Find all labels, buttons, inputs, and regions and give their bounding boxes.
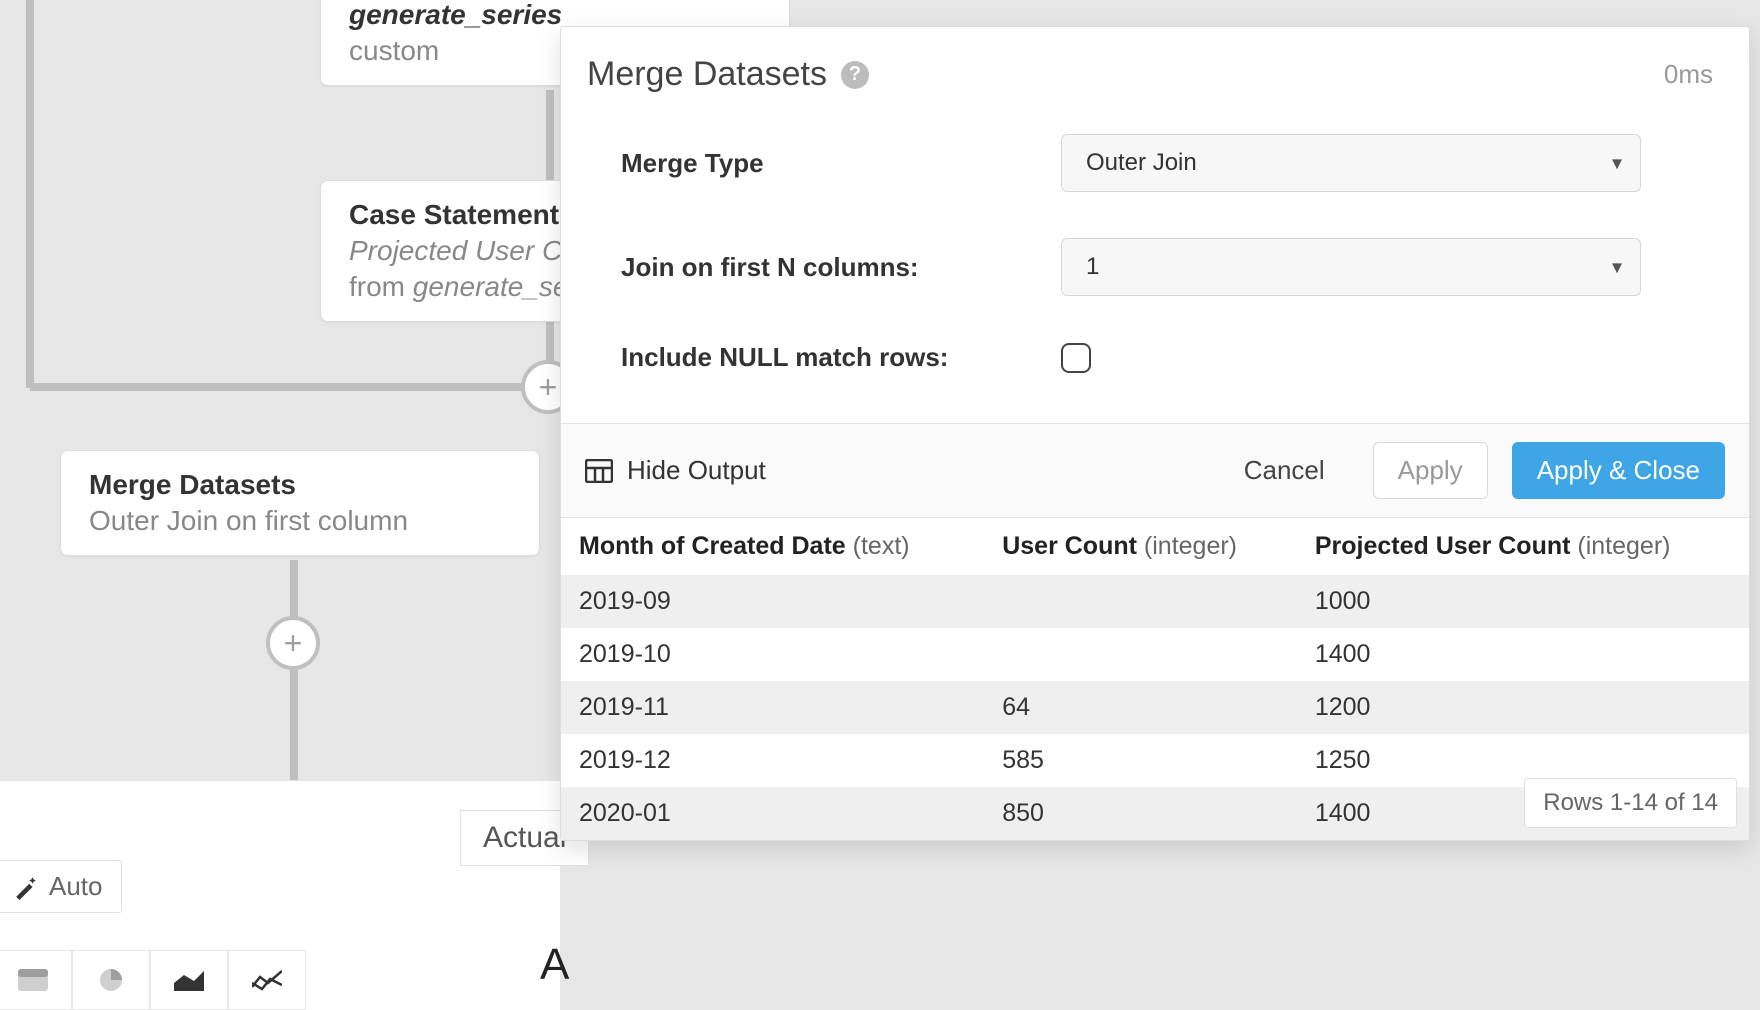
table-cell: 64 bbox=[984, 681, 1297, 734]
merge-type-value: Outer Join bbox=[1086, 149, 1197, 177]
table-cell: 2019-12 bbox=[561, 734, 984, 787]
output-table: Month of Created Date (text) User Count … bbox=[561, 517, 1749, 840]
table-cell: 1000 bbox=[1297, 575, 1749, 628]
table-row[interactable]: 2019-11641200 bbox=[561, 681, 1749, 734]
table-cell: 1200 bbox=[1297, 681, 1749, 734]
chart-type-area-icon[interactable] bbox=[150, 950, 228, 1010]
chart-letter: A bbox=[540, 940, 569, 990]
chevron-down-icon: ▾ bbox=[1612, 151, 1622, 176]
apply-close-button[interactable]: Apply & Close bbox=[1512, 442, 1725, 499]
query-timing: 0ms bbox=[1664, 59, 1713, 90]
chart-auto-label: Auto bbox=[49, 871, 103, 902]
chart-type-line-icon[interactable] bbox=[228, 950, 306, 1010]
merge-type-select[interactable]: Outer Join ▾ bbox=[1061, 134, 1641, 192]
panel-title: Merge Datasets bbox=[587, 55, 827, 94]
panel-header: Merge Datasets ? 0ms bbox=[561, 27, 1749, 104]
connector-line bbox=[30, 383, 550, 391]
table-cell: 850 bbox=[984, 787, 1297, 840]
column-header[interactable]: Projected User Count (integer) bbox=[1297, 518, 1749, 575]
hide-output-button[interactable]: Hide Output bbox=[585, 455, 766, 486]
table-cell: 585 bbox=[984, 734, 1297, 787]
table-cell: 2019-11 bbox=[561, 681, 984, 734]
apply-button[interactable]: Apply bbox=[1373, 442, 1488, 499]
include-null-label: Include NULL match rows: bbox=[621, 342, 1061, 373]
connector-line bbox=[26, 0, 34, 388]
table-header-row: Month of Created Date (text) User Count … bbox=[561, 518, 1749, 575]
chart-type-pie-icon[interactable] bbox=[72, 950, 150, 1010]
panel-form: Merge Type Outer Join ▾ Join on first N … bbox=[561, 104, 1749, 423]
help-icon[interactable]: ? bbox=[841, 61, 869, 89]
join-n-label: Join on first N columns: bbox=[621, 252, 1061, 283]
table-icon bbox=[585, 459, 613, 483]
table-cell: 2019-09 bbox=[561, 575, 984, 628]
table-cell: 2020-01 bbox=[561, 787, 984, 840]
table-cell: 1400 bbox=[1297, 628, 1749, 681]
join-n-select[interactable]: 1 ▾ bbox=[1061, 238, 1641, 296]
cancel-button[interactable]: Cancel bbox=[1220, 443, 1349, 498]
merge-type-label: Merge Type bbox=[621, 148, 1061, 179]
chart-type-card-icon[interactable] bbox=[0, 950, 72, 1010]
panel-footer: Hide Output Cancel Apply Apply & Close bbox=[561, 423, 1749, 517]
connector-line bbox=[546, 90, 554, 190]
merge-datasets-panel: Merge Datasets ? 0ms Merge Type Outer Jo… bbox=[560, 26, 1750, 841]
node-title: Merge Datasets bbox=[89, 469, 511, 501]
column-header[interactable]: User Count (integer) bbox=[984, 518, 1297, 575]
hide-output-label: Hide Output bbox=[627, 455, 766, 486]
chevron-down-icon: ▾ bbox=[1612, 255, 1622, 280]
include-null-checkbox[interactable] bbox=[1061, 343, 1091, 373]
table-row[interactable]: 2019-10 1400 bbox=[561, 628, 1749, 681]
table-cell: 2019-10 bbox=[561, 628, 984, 681]
connector-line bbox=[290, 670, 298, 790]
chart-auto-button[interactable]: Auto bbox=[0, 860, 122, 913]
node-merge-datasets[interactable]: Merge Datasets Outer Join on first colum… bbox=[60, 450, 540, 556]
column-header[interactable]: Month of Created Date (text) bbox=[561, 518, 984, 575]
magic-wand-icon bbox=[13, 874, 39, 900]
node-subtitle: Outer Join on first column bbox=[89, 505, 511, 537]
chart-type-toolbar bbox=[0, 950, 306, 1010]
join-n-value: 1 bbox=[1086, 253, 1099, 281]
table-row[interactable]: 2019-09 1000 bbox=[561, 575, 1749, 628]
table-cell bbox=[984, 628, 1297, 681]
table-cell bbox=[984, 575, 1297, 628]
add-step-button[interactable]: + bbox=[266, 616, 320, 670]
rows-count-badge: Rows 1-14 of 14 bbox=[1524, 778, 1737, 828]
